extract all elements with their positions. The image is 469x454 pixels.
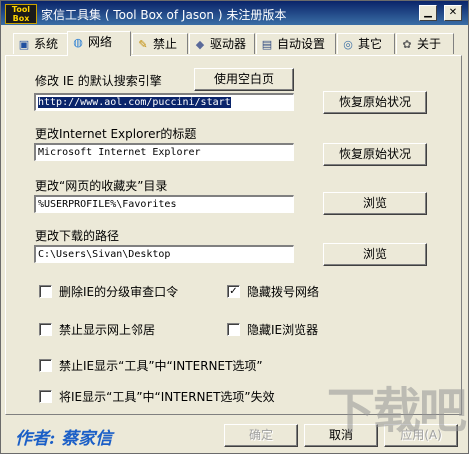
- tab-forbid[interactable]: ✎ 禁止: [132, 33, 188, 54]
- favorites-label: 更改“网页的收藏夹”目录: [35, 179, 168, 193]
- tab-about[interactable]: ✿ 关于: [396, 33, 454, 54]
- browse-download-button[interactable]: 浏览: [323, 243, 427, 266]
- tab-system[interactable]: ▣ 系统: [13, 33, 69, 54]
- tab-network[interactable]: ◍ 网络: [67, 31, 131, 56]
- tab-drives[interactable]: ◆ 驱动器: [189, 33, 255, 54]
- checkbox[interactable]: [39, 359, 52, 372]
- tab-strip: ▣ 系统 ◍ 网络 ✎ 禁止 ◆ 驱动器 ▤ 自动设置 ◎ 其它 ✿ 关于: [3, 31, 467, 56]
- tab-autoset[interactable]: ▤ 自动设置: [256, 33, 336, 54]
- tab-label: 网络: [88, 35, 113, 49]
- author-signature: 作者: 蔡家信: [15, 429, 113, 449]
- option-label: 将IE显示“工具”中“INTERNET选项”失效: [59, 390, 275, 404]
- tab-label: 其它: [358, 37, 383, 51]
- tab-label: 驱动器: [210, 37, 247, 51]
- checkbox[interactable]: [39, 390, 52, 403]
- main-window: Tool Box 家信工具集 ( Tool Box of Jason ) 未注册…: [0, 0, 469, 454]
- option-invalidate-internet-options[interactable]: 将IE显示“工具”中“INTERNET选项”失效: [39, 390, 275, 406]
- minimize-icon: ▁: [424, 7, 432, 18]
- tab-label: 系统: [34, 37, 59, 51]
- checkbox-checked[interactable]: ✓: [227, 285, 240, 298]
- option-label: 禁止显示网上邻居: [59, 323, 156, 337]
- info-icon: ✿: [402, 38, 412, 51]
- favorites-input[interactable]: %USERPROFILE%\Favorites: [34, 195, 294, 213]
- option-disable-internet-options[interactable]: 禁止IE显示“工具”中“INTERNET选项”: [39, 359, 263, 375]
- app-icon-line-2: Box: [12, 14, 30, 23]
- option-delete-ie-rating-password[interactable]: 删除IE的分级审查口令: [39, 285, 178, 301]
- restore-search-button[interactable]: 恢复原始状况: [323, 91, 427, 114]
- computer-icon: ▣: [18, 38, 30, 51]
- option-label: 删除IE的分级审查口令: [59, 285, 179, 299]
- option-label: 隐藏拨号网络: [247, 285, 320, 299]
- globe-icon: ◎: [343, 38, 353, 51]
- tab-label: 自动设置: [277, 37, 326, 51]
- browse-favorites-button[interactable]: 浏览: [323, 192, 427, 215]
- ok-button[interactable]: 确定: [224, 424, 298, 447]
- option-hide-network-neighborhood[interactable]: 禁止显示网上邻居: [39, 323, 155, 339]
- download-input[interactable]: C:\Users\Sivan\Desktop: [34, 245, 294, 263]
- tab-label: 关于: [417, 37, 442, 51]
- download-label: 更改下载的路径: [35, 229, 120, 243]
- tab-other[interactable]: ◎ 其它: [337, 33, 395, 54]
- close-icon: ✕: [448, 7, 458, 18]
- tab-label: 禁止: [153, 37, 178, 51]
- pencil-icon: ✎: [138, 38, 148, 51]
- minimize-button[interactable]: ▁: [419, 5, 437, 21]
- option-hide-dialup[interactable]: ✓ 隐藏拨号网络: [227, 285, 319, 301]
- window-title: 家信工具集 ( Tool Box of Jason ) 未注册版本: [41, 8, 287, 22]
- checkbox[interactable]: [39, 285, 52, 298]
- option-hide-ie[interactable]: 隐藏IE浏览器: [227, 323, 318, 339]
- search-engine-value: http://www.aol.com/puccini/start: [38, 97, 231, 108]
- drive-icon: ◆: [195, 38, 205, 51]
- checkbox[interactable]: [39, 323, 52, 336]
- ie-title-input[interactable]: Microsoft Internet Explorer: [34, 143, 294, 161]
- checkbox[interactable]: [227, 323, 240, 336]
- app-icon-line-1: Tool: [11, 5, 31, 14]
- close-button[interactable]: ✕: [444, 5, 462, 21]
- search-engine-input[interactable]: http://www.aol.com/puccini/start: [34, 93, 294, 111]
- option-label: 禁止IE显示“工具”中“INTERNET选项”: [59, 359, 263, 373]
- search-engine-label: 修改 IE 的默认搜索引擎: [35, 74, 162, 88]
- blank-page-button[interactable]: 使用空白页: [194, 68, 294, 91]
- option-label: 隐藏IE浏览器: [247, 323, 319, 337]
- restore-title-button[interactable]: 恢复原始状况: [323, 143, 427, 166]
- ie-title-label: 更改Internet Explorer的标题: [35, 127, 197, 141]
- watermark-logo: 下载吧: [327, 383, 467, 439]
- monitor-icon: ▤: [261, 38, 273, 51]
- network-icon: ◍: [73, 36, 83, 49]
- title-bar[interactable]: Tool Box 家信工具集 ( Tool Box of Jason ) 未注册…: [1, 1, 468, 25]
- app-icon: Tool Box: [5, 4, 37, 24]
